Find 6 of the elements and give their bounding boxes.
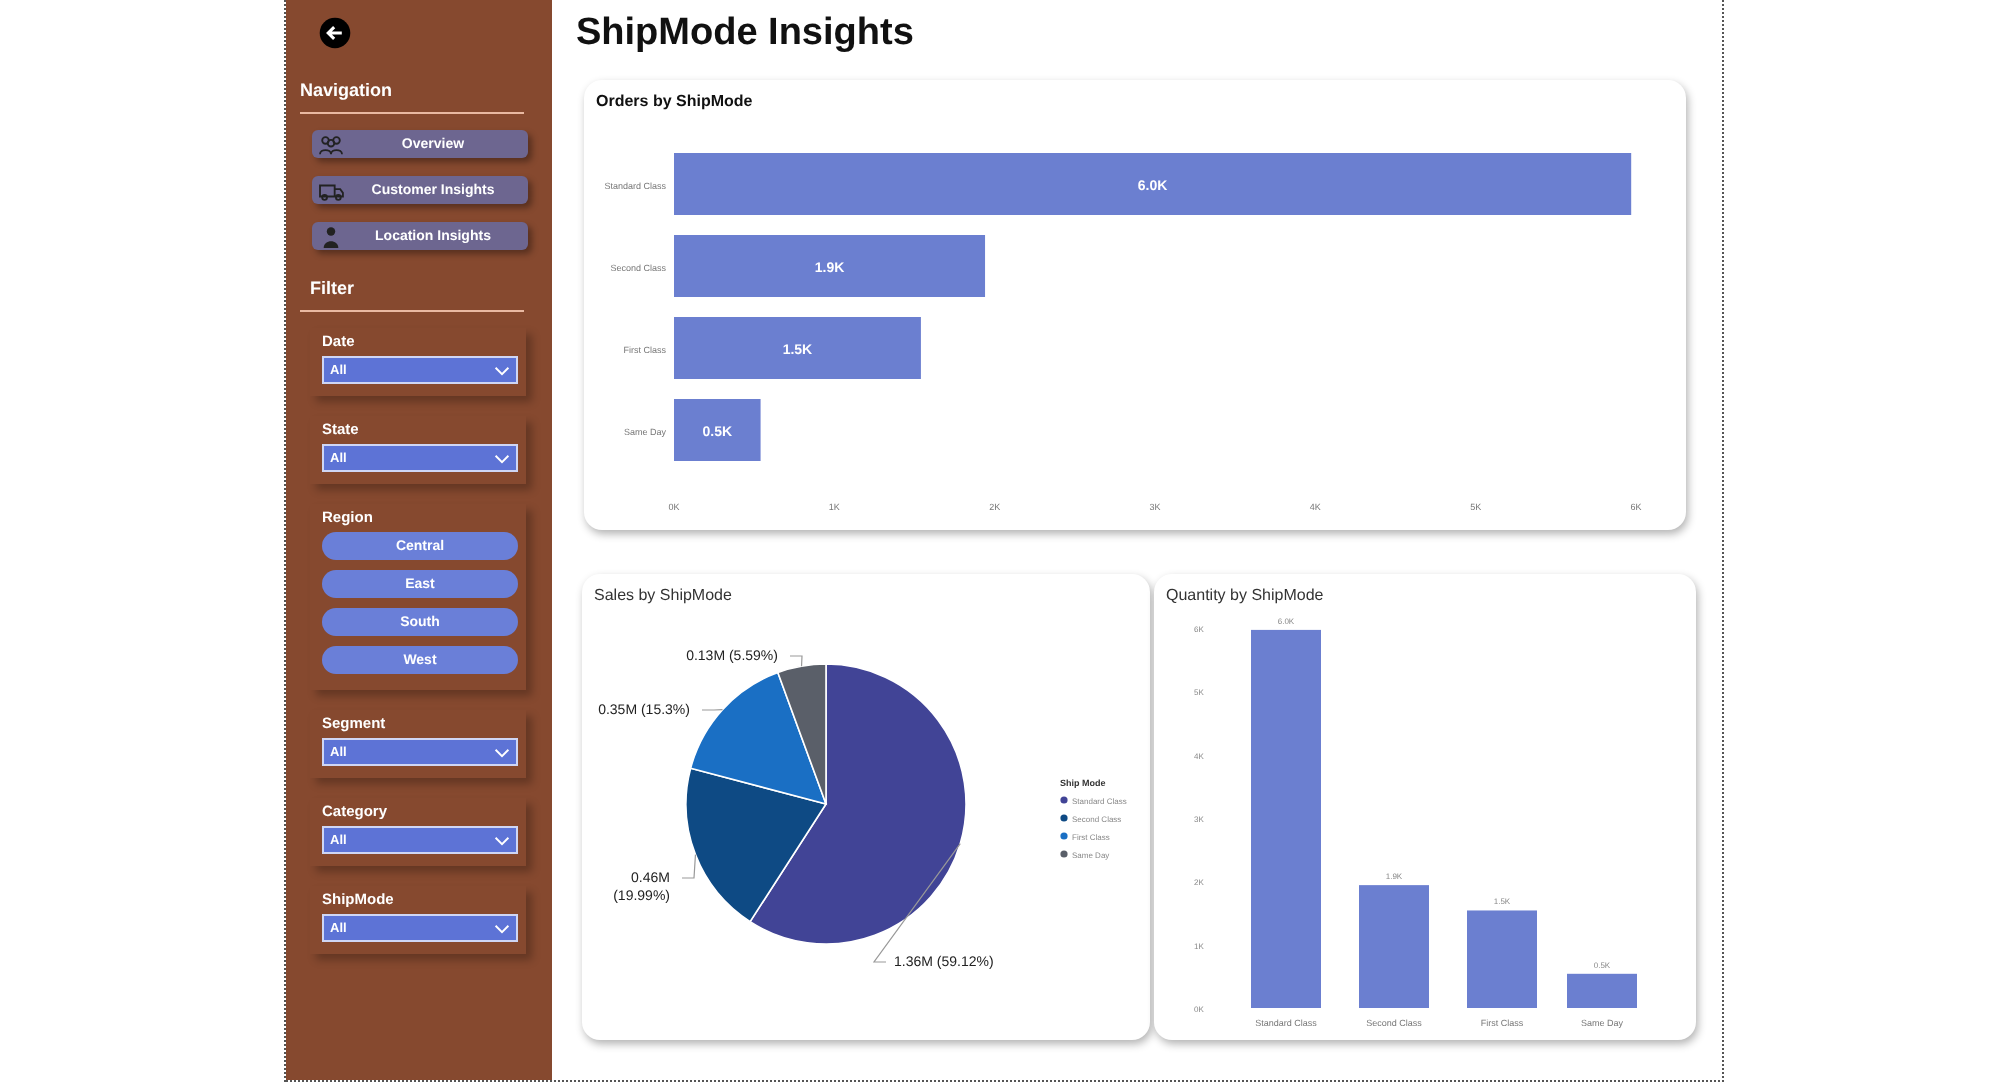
section-title: Filter	[310, 278, 357, 298]
section-title: Navigation	[300, 80, 395, 100]
page-title: ShipMode Insights	[576, 12, 916, 56]
chart-title: Orders by ShipMode	[594, 90, 755, 114]
chart-title: Quantity by ShipMode	[1164, 584, 1326, 608]
chart-title: Sales by ShipMode	[592, 584, 734, 608]
